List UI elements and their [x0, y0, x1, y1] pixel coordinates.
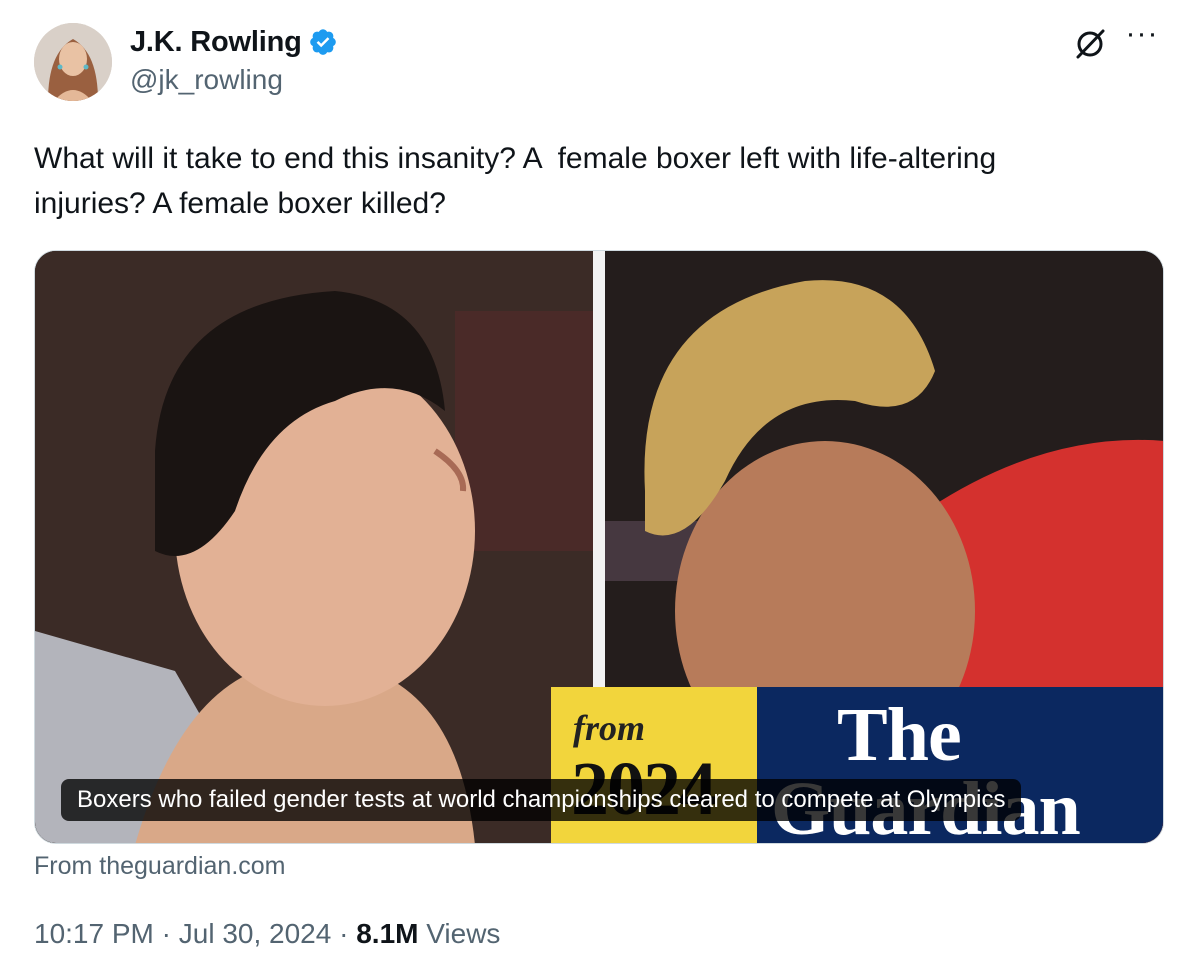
- card-caption[interactable]: Boxers who failed gender tests at world …: [61, 779, 1022, 821]
- handle[interactable]: @jk_rowling: [130, 64, 338, 96]
- guardian-logo-line1: The: [837, 693, 962, 777]
- views-label: Views: [426, 918, 501, 949]
- badge-from-label: from: [573, 708, 645, 748]
- avatar-image: [34, 23, 112, 101]
- author-names: J.K. Rowling @jk_rowling: [130, 22, 338, 96]
- verified-badge-icon[interactable]: [308, 27, 338, 57]
- meta-separator: ·: [161, 918, 171, 949]
- tweet-header: J.K. Rowling @jk_rowling ···: [34, 19, 1162, 104]
- card-source[interactable]: From theguardian.com: [34, 852, 286, 881]
- boxer-left-image: [35, 251, 593, 843]
- display-name-row: J.K. Rowling: [130, 22, 338, 62]
- meta-separator-2: ·: [339, 918, 349, 949]
- views-count: 8.1M: [356, 918, 419, 949]
- card-photo-left: [35, 251, 593, 843]
- tweet[interactable]: J.K. Rowling @jk_rowling ··· What will i…: [0, 0, 1188, 956]
- tweet-meta: 10:17 PM · Jul 30, 2024 · 8.1M Views: [34, 918, 500, 950]
- more-icon[interactable]: ···: [1122, 19, 1162, 60]
- avatar[interactable]: [34, 23, 112, 101]
- link-card[interactable]: from 2024 The Guardian Boxers who failed…: [34, 250, 1164, 844]
- tweet-time[interactable]: 10:17 PM: [34, 918, 154, 949]
- tweet-date[interactable]: Jul 30, 2024: [179, 918, 332, 949]
- display-name[interactable]: J.K. Rowling: [130, 26, 302, 59]
- tweet-text: What will it take to end this insanity? …: [34, 142, 1005, 220]
- grok-icon[interactable]: [1072, 26, 1108, 62]
